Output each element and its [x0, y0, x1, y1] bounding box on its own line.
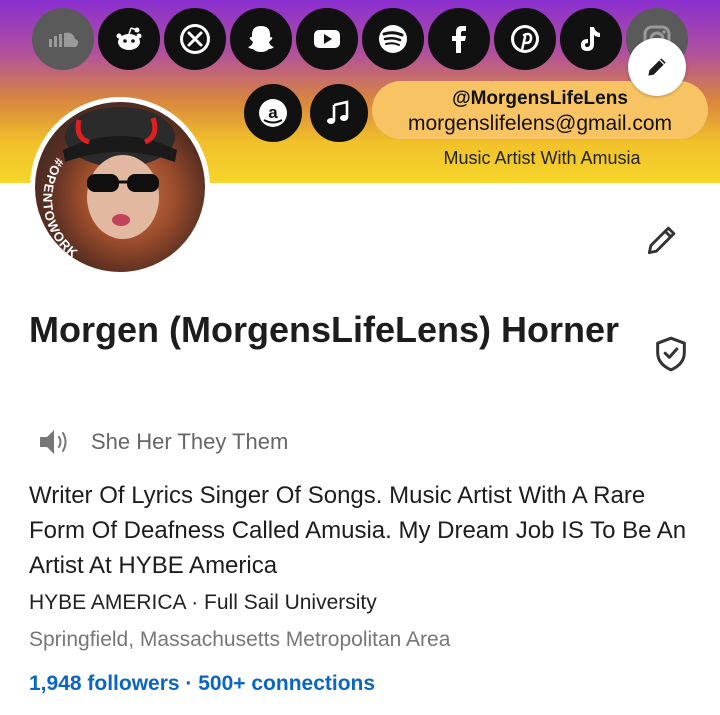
company-education-line[interactable]: HYBE AMERICA · Full Sail University: [29, 591, 377, 615]
soundcloud-icon: [32, 8, 94, 70]
svg-text:a: a: [268, 103, 278, 122]
edit-banner-button[interactable]: [628, 38, 686, 96]
profile-location: Springfield, Massachusetts Metropolitan …: [29, 628, 451, 651]
x-icon: [164, 8, 226, 70]
facebook-icon: [428, 8, 490, 70]
tiktok-icon: [560, 8, 622, 70]
pencil-outline-icon: [647, 226, 676, 255]
spotify-icon: [362, 8, 424, 70]
profile-name: Morgen (MorgensLifeLens) Horner: [29, 309, 620, 350]
profile-photo[interactable]: #OPENTOWORK: [30, 97, 210, 277]
pronouns-text: She Her They Them: [91, 429, 289, 454]
banner-tagline: Music Artist With Amusia: [443, 148, 641, 168]
banner-email: morgenslifelens@gmail.com: [407, 112, 673, 135]
shield-check-icon: [656, 336, 686, 372]
edit-profile-button[interactable]: [640, 218, 684, 262]
speaker-icon: [40, 430, 67, 454]
music-note-icon: [310, 84, 368, 142]
followers-connections-link[interactable]: 1,948 followers · 500+ connections: [29, 672, 375, 696]
avatar-illustration: #OPENTOWORK: [35, 107, 205, 272]
reddit-icon: [98, 8, 160, 70]
snapchat-icon: [230, 8, 292, 70]
secondary-icons-row: a: [244, 84, 368, 142]
profile-headline: Writer Of Lyrics Singer Of Songs. Music …: [29, 482, 687, 579]
social-icons-row: [32, 8, 688, 74]
pencil-icon: [648, 58, 666, 76]
verification-shield-icon[interactable]: [651, 334, 691, 374]
youtube-icon: [296, 8, 358, 70]
pronouns-row[interactable]: She Her They Them: [37, 426, 288, 458]
amazon-icon: a: [244, 84, 302, 142]
pinterest-icon: [494, 8, 556, 70]
avatar: #OPENTOWORK: [35, 102, 205, 272]
